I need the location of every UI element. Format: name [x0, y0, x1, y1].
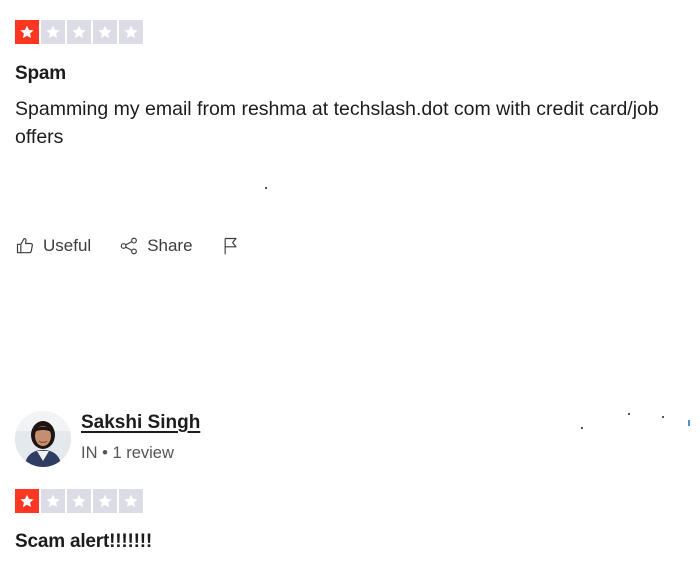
stray-dot	[628, 413, 630, 415]
star-icon	[41, 489, 65, 513]
review-text: Spamming my email from reshma at techsla…	[15, 98, 659, 148]
star-icon	[15, 20, 39, 44]
share-label: Share	[147, 236, 193, 255]
review-title: Scam alert!!!!!!!	[15, 531, 153, 552]
stray-dot	[581, 427, 583, 429]
star-icon	[67, 20, 91, 44]
review-feed: Spam Spamming my email from reshma at te…	[0, 0, 700, 565]
useful-button[interactable]: Useful	[15, 236, 91, 256]
stray-dot	[688, 420, 690, 426]
stray-dot	[662, 416, 664, 418]
stray-dot	[265, 187, 267, 189]
reviewer-name-link[interactable]: Sakshi Singh	[81, 412, 200, 434]
review-title: Spam	[15, 63, 66, 84]
reviewer-meta: IN • 1 review	[81, 444, 174, 462]
review-actions: Useful Share	[15, 236, 269, 256]
flag-icon	[224, 237, 237, 255]
star-rating	[15, 489, 143, 513]
star-icon	[119, 20, 143, 44]
star-icon	[41, 20, 65, 44]
star-icon	[119, 489, 143, 513]
share-icon	[120, 237, 138, 255]
star-icon	[93, 489, 117, 513]
share-button[interactable]: Share	[119, 236, 193, 256]
star-rating	[15, 20, 143, 44]
avatar[interactable]	[15, 411, 71, 467]
star-icon	[67, 489, 91, 513]
star-icon	[93, 20, 117, 44]
report-button[interactable]	[221, 236, 241, 256]
useful-label: Useful	[43, 236, 92, 255]
star-icon	[15, 489, 39, 513]
thumbs-up-icon	[16, 237, 33, 254]
